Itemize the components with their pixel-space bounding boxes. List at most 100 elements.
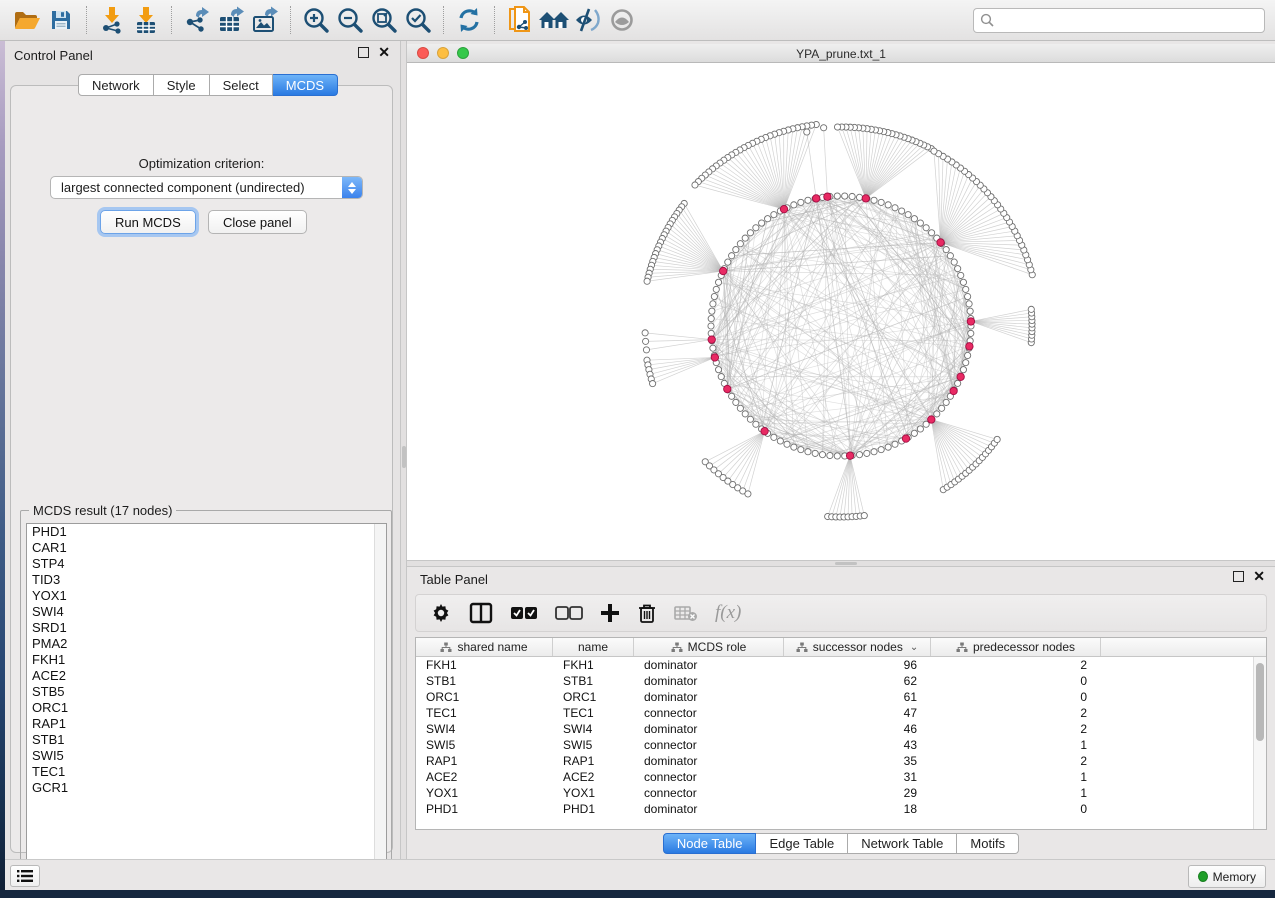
splitter-handle[interactable]	[402, 446, 406, 468]
table-cell[interactable]	[1101, 801, 1253, 817]
mcds-result-item[interactable]: FKH1	[27, 652, 386, 668]
refresh-icon[interactable]	[452, 3, 486, 37]
open-file-icon[interactable]	[10, 3, 44, 37]
column-header-MCDS-role[interactable]: MCDS role	[634, 638, 784, 656]
tab-select[interactable]: Select	[210, 74, 273, 96]
table-cell[interactable]: PHD1	[553, 801, 634, 817]
zoom-out-icon[interactable]	[333, 3, 367, 37]
table-cell[interactable]: 1	[931, 785, 1101, 801]
table-cell[interactable]: ACE2	[416, 769, 553, 785]
close-panel-button[interactable]: Close panel	[208, 210, 307, 234]
table-cell[interactable]: dominator	[634, 673, 784, 689]
table-cell[interactable]	[1101, 705, 1253, 721]
table-cell[interactable]: FKH1	[553, 657, 634, 673]
table-cell[interactable]: STB1	[553, 673, 634, 689]
add-column-icon[interactable]	[600, 603, 620, 623]
export-network-icon[interactable]	[180, 3, 214, 37]
table-cell[interactable]: 0	[931, 801, 1101, 817]
table-cell[interactable]: ACE2	[553, 769, 634, 785]
table-cell[interactable]: 35	[784, 753, 931, 769]
table-row[interactable]: ACE2ACE2connector311	[416, 769, 1266, 785]
table-cell[interactable]: TEC1	[416, 705, 553, 721]
table-cell[interactable]: PHD1	[416, 801, 553, 817]
mcds-result-item[interactable]: PHD1	[27, 524, 386, 540]
mcds-result-item[interactable]: CAR1	[27, 540, 386, 556]
table-cell[interactable]: RAP1	[416, 753, 553, 769]
mcds-result-item[interactable]: TEC1	[27, 764, 386, 780]
delete-column-trash-icon[interactable]	[637, 602, 657, 624]
export-table-icon[interactable]	[214, 3, 248, 37]
select-all-icon[interactable]	[510, 604, 538, 622]
table-cell[interactable]: dominator	[634, 753, 784, 769]
node-table-header[interactable]: shared namenameMCDS rolesuccessor nodes⌄…	[416, 638, 1266, 657]
table-cell[interactable]: 31	[784, 769, 931, 785]
table-cell[interactable]: 18	[784, 801, 931, 817]
float-panel-icon[interactable]	[358, 47, 369, 58]
close-panel-icon[interactable]: ✕	[378, 47, 390, 58]
table-cell[interactable]: RAP1	[553, 753, 634, 769]
table-cell[interactable]: dominator	[634, 721, 784, 737]
delete-table-icon[interactable]	[674, 604, 698, 622]
table-cell[interactable]: 2	[931, 657, 1101, 673]
table-cell[interactable]: SWI5	[416, 737, 553, 753]
table-cell[interactable]: YOX1	[553, 785, 634, 801]
save-session-icon[interactable]	[44, 3, 78, 37]
table-cell[interactable]	[1101, 689, 1253, 705]
tab-network-table[interactable]: Network Table	[848, 833, 957, 854]
table-cell[interactable]	[1101, 673, 1253, 689]
mcds-result-item[interactable]: YOX1	[27, 588, 386, 604]
horizontal-splitter[interactable]	[407, 560, 1275, 567]
show-all-icon[interactable]	[605, 3, 639, 37]
table-row[interactable]: STB1STB1dominator620	[416, 673, 1266, 689]
clone-network-icon[interactable]	[503, 3, 537, 37]
tab-network[interactable]: Network	[78, 74, 154, 96]
table-cell[interactable]: 46	[784, 721, 931, 737]
import-network-icon[interactable]	[95, 3, 129, 37]
table-row[interactable]: TEC1TEC1connector472	[416, 705, 1266, 721]
mcds-result-item[interactable]: STB1	[27, 732, 386, 748]
mcds-result-item[interactable]: STB5	[27, 684, 386, 700]
zoom-fit-icon[interactable]	[367, 3, 401, 37]
table-row[interactable]: YOX1YOX1connector291	[416, 785, 1266, 801]
network-window-titlebar[interactable]: YPA_prune.txt_1	[407, 44, 1275, 63]
export-image-icon[interactable]	[248, 3, 282, 37]
table-cell[interactable]: 0	[931, 673, 1101, 689]
network-graph[interactable]	[407, 63, 1275, 560]
tab-edge-table[interactable]: Edge Table	[756, 833, 848, 854]
column-header-shared-name[interactable]: shared name	[416, 638, 553, 656]
zoom-in-icon[interactable]	[299, 3, 333, 37]
tab-motifs[interactable]: Motifs	[957, 833, 1019, 854]
table-cell[interactable]: 0	[931, 689, 1101, 705]
table-cell[interactable]: 29	[784, 785, 931, 801]
mcds-result-item[interactable]: SWI5	[27, 748, 386, 764]
run-mcds-button[interactable]: Run MCDS	[100, 210, 196, 234]
import-table-icon[interactable]	[129, 3, 163, 37]
zoom-selected-icon[interactable]	[401, 3, 435, 37]
deselect-all-icon[interactable]	[555, 604, 583, 622]
table-cell[interactable]: 47	[784, 705, 931, 721]
search-box[interactable]	[973, 8, 1265, 33]
table-cell[interactable]: SWI4	[553, 721, 634, 737]
table-cell[interactable]	[1101, 721, 1253, 737]
table-cell[interactable]: 2	[931, 721, 1101, 737]
scrollbar-thumb[interactable]	[1256, 663, 1264, 741]
table-cell[interactable]: 43	[784, 737, 931, 753]
table-row[interactable]: PHD1PHD1dominator180	[416, 801, 1266, 817]
table-cell[interactable]: YOX1	[416, 785, 553, 801]
table-row[interactable]: ORC1ORC1dominator610	[416, 689, 1266, 705]
function-builder-icon[interactable]: f(x)	[715, 602, 741, 624]
node-table-body[interactable]: FKH1FKH1dominator962STB1STB1dominator620…	[416, 657, 1266, 817]
table-cell[interactable]: 1	[931, 737, 1101, 753]
hide-selected-icon[interactable]	[571, 3, 605, 37]
float-panel-icon[interactable]	[1233, 571, 1244, 582]
table-cell[interactable]: dominator	[634, 689, 784, 705]
sort-indicator-icon[interactable]: ⌄	[910, 642, 918, 653]
task-history-button[interactable]	[10, 865, 40, 887]
vertical-splitter[interactable]	[400, 41, 407, 859]
table-cell[interactable]	[1101, 657, 1253, 673]
table-scrollbar[interactable]	[1253, 657, 1266, 830]
mcds-result-list[interactable]: PHD1 CAR1 STP4 TID3 YOX1 SWI4 SRD1 PMA2 …	[26, 523, 387, 875]
table-cell[interactable]: 2	[931, 753, 1101, 769]
table-cell[interactable]: 2	[931, 705, 1101, 721]
column-selector-icon[interactable]	[469, 602, 493, 624]
